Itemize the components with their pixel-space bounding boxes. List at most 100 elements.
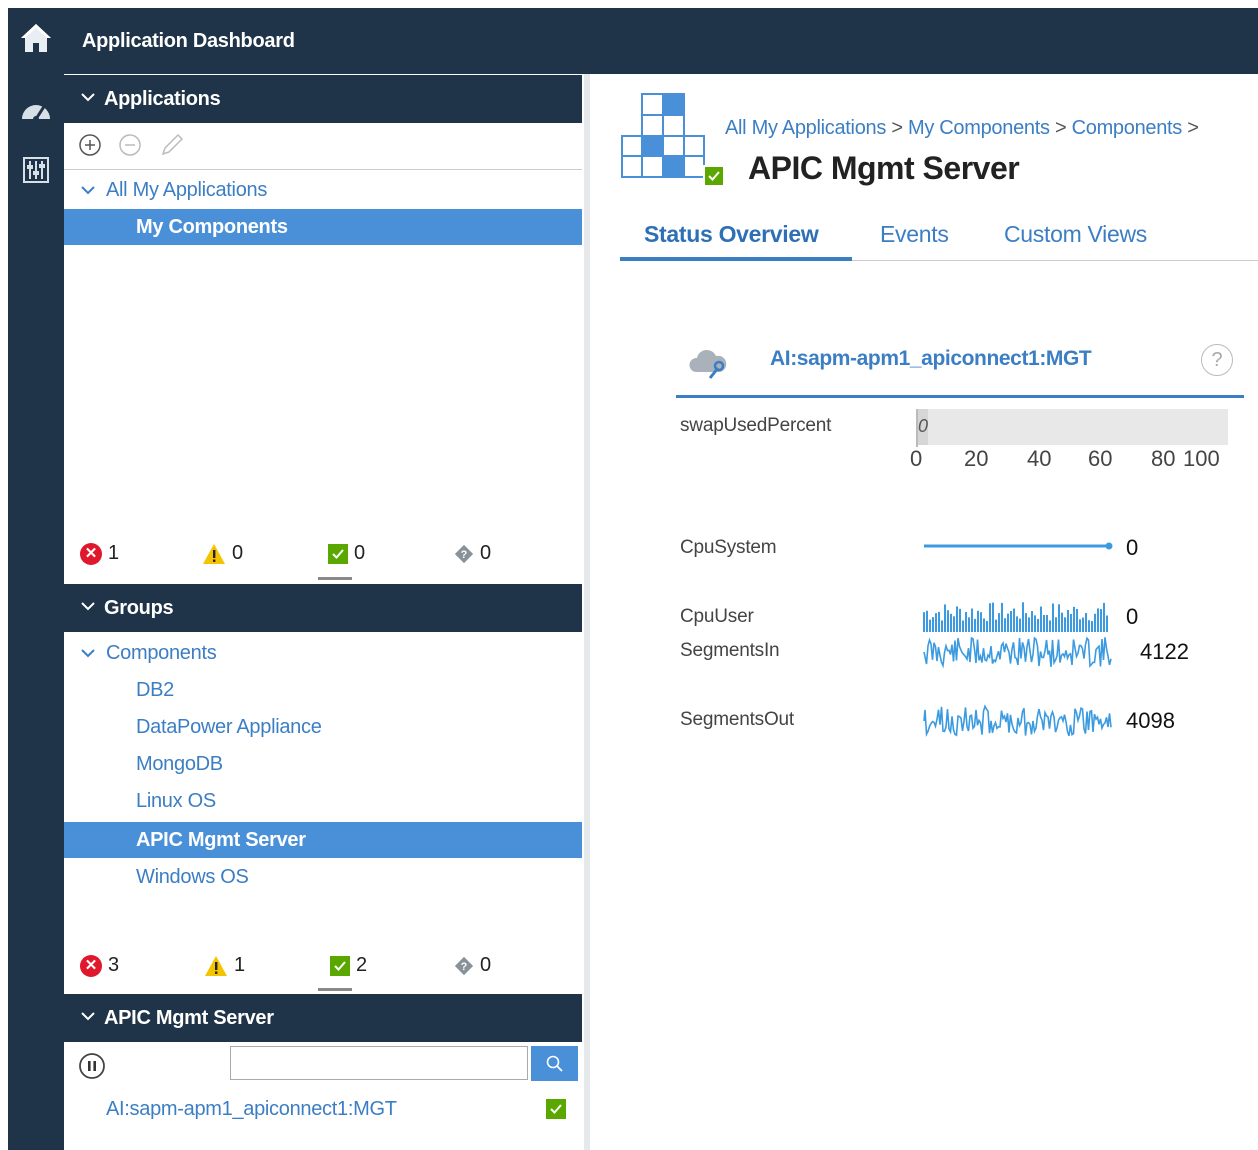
tree-item-windows-os[interactable]: Windows OS <box>64 859 632 895</box>
segments-in-sparkline <box>922 632 1114 677</box>
tree-item-apic-mgmt-server[interactable]: APIC Mgmt Server <box>64 822 634 858</box>
swap-bar-track: 0 <box>916 409 1228 445</box>
search-icon <box>546 1055 563 1072</box>
tree-item-label: APIC Mgmt Server <box>136 829 306 851</box>
app-title: Application Dashboard <box>82 30 295 52</box>
tree-item-db2[interactable]: DB2 ✕ <box>64 672 634 708</box>
metric-value-segments-in: 4122 <box>1140 639 1189 664</box>
breadcrumb-item[interactable]: Components <box>1072 117 1183 139</box>
section-title: Groups <box>104 597 174 619</box>
warning-icon <box>203 543 225 564</box>
tree-item-all-my-applications[interactable]: All My Applications ✕ <box>64 172 634 208</box>
add-icon[interactable] <box>78 133 102 162</box>
applications-section-header[interactable]: Applications <box>64 75 582 123</box>
scale-tick: 20 <box>964 446 989 471</box>
warning-icon <box>205 955 227 976</box>
tree-item-label: Windows OS <box>136 866 249 888</box>
tree-item-label: MongoDB <box>136 753 223 775</box>
resize-handle[interactable] <box>318 577 352 580</box>
tab-status-overview[interactable]: Status Overview <box>644 221 819 248</box>
normal-icon <box>330 955 350 976</box>
metric-label-segments-out: SegmentsOut <box>680 709 794 730</box>
chevron-down-icon <box>80 88 96 111</box>
breadcrumb-item[interactable]: My Components <box>908 117 1050 139</box>
swap-bar-value: 0 <box>918 416 929 436</box>
warning-count[interactable]: 0 <box>202 542 243 565</box>
critical-icon: ✕ <box>80 542 102 565</box>
page-title: APIC Mgmt Server <box>748 150 1020 186</box>
home-icon[interactable] <box>18 20 54 56</box>
chevron-down-icon <box>80 181 96 204</box>
unknown-count[interactable]: ? 0 <box>454 954 491 977</box>
tree-item-datapower-appliance[interactable]: DataPower Appliance ✕ <box>64 709 634 745</box>
metric-label-cpu-user: CpuUser <box>680 606 754 627</box>
sparkline-line <box>923 636 1112 669</box>
breadcrumb: All My Applications > My Components > Co… <box>725 117 1199 140</box>
unknown-count[interactable]: ? 0 <box>454 542 491 565</box>
scale-tick: 0 <box>910 446 923 471</box>
metric-label-cpu-system: CpuSystem <box>680 537 777 558</box>
toolbar-divider <box>64 169 582 170</box>
tree-item-label: DataPower Appliance <box>136 716 322 738</box>
normal-count[interactable]: 0 <box>328 542 365 565</box>
search-input[interactable] <box>230 1046 528 1080</box>
widget-header-rule <box>676 395 1244 398</box>
tree-item-label: My Components <box>136 216 288 238</box>
critical-count[interactable]: ✕ 1 <box>80 542 119 565</box>
widget-title[interactable]: AI:sapm-apm1_apiconnect1:MGT <box>770 347 1092 371</box>
normal-count[interactable]: 2 <box>330 954 367 977</box>
critical-count[interactable]: ✕ 3 <box>80 954 119 977</box>
performance-gauge-icon[interactable] <box>18 92 54 128</box>
metric-label-segments-in: SegmentsIn <box>680 640 780 661</box>
edit-icon[interactable] <box>158 131 186 164</box>
tab-events[interactable]: Events <box>880 221 949 248</box>
instances-section-header[interactable]: APIC Mgmt Server <box>64 994 582 1042</box>
metric-value-segments-out: 4098 <box>1126 708 1175 733</box>
panel-splitter[interactable] <box>584 74 590 1150</box>
svg-text:?: ? <box>461 549 468 561</box>
resize-handle[interactable] <box>318 988 352 991</box>
breadcrumb-separator: > <box>1187 117 1199 139</box>
breadcrumb-separator: > <box>1054 117 1067 139</box>
search-button[interactable] <box>531 1046 578 1081</box>
tree-item-linux-os[interactable]: Linux OS <box>64 783 635 819</box>
section-title: Applications <box>104 88 221 110</box>
remove-icon[interactable] <box>118 133 142 162</box>
cpu-system-sparkline <box>922 538 1118 559</box>
groups-section-header[interactable]: Groups <box>64 584 582 632</box>
sparkline-line <box>923 704 1112 737</box>
breadcrumb-separator: > <box>891 117 903 139</box>
unknown-icon: ? <box>454 956 474 976</box>
scale-tick: 100 <box>1183 446 1220 471</box>
metric-value-cpu-user: 0 <box>1126 604 1139 629</box>
settings-sliders-icon[interactable] <box>18 152 54 188</box>
normal-icon <box>328 543 348 564</box>
svg-text:?: ? <box>461 961 468 973</box>
section-title: APIC Mgmt Server <box>104 1007 274 1029</box>
warning-count[interactable]: 1 <box>204 954 245 977</box>
tree-item-label: Components <box>106 642 217 664</box>
page-status-normal-icon <box>703 165 725 187</box>
metric-label-swap-used-percent: swapUsedPercent <box>680 415 832 436</box>
tree-item-components[interactable]: Components ✕ <box>64 635 634 671</box>
chevron-down-icon <box>80 644 96 667</box>
pause-button[interactable] <box>78 1052 106 1085</box>
critical-icon: ✕ <box>80 954 102 977</box>
tab-custom-views[interactable]: Custom Views <box>1004 221 1147 248</box>
cloud-wrench-icon <box>688 348 728 385</box>
chevron-down-icon <box>80 1007 96 1030</box>
scale-tick: 60 <box>1088 446 1113 471</box>
help-button[interactable]: ? <box>1201 344 1233 376</box>
scale-tick: 80 <box>1151 446 1176 471</box>
nav-rail <box>8 8 64 1150</box>
normal-status-icon <box>546 1098 566 1121</box>
active-tab-indicator <box>620 257 852 261</box>
tree-item-mongodb[interactable]: MongoDB ✕ <box>64 746 634 782</box>
tree-item-label: Linux OS <box>136 790 216 812</box>
breadcrumb-item[interactable]: All My Applications <box>725 117 886 139</box>
instance-item[interactable]: AI:sapm-apm1_apiconnect1:MGT <box>64 1091 582 1127</box>
tree-item-label: All My Applications <box>106 179 268 201</box>
tree-item-my-components[interactable]: My Components ✕ <box>64 209 634 245</box>
swap-bar-origin <box>916 409 918 447</box>
unknown-icon: ? <box>454 544 474 564</box>
